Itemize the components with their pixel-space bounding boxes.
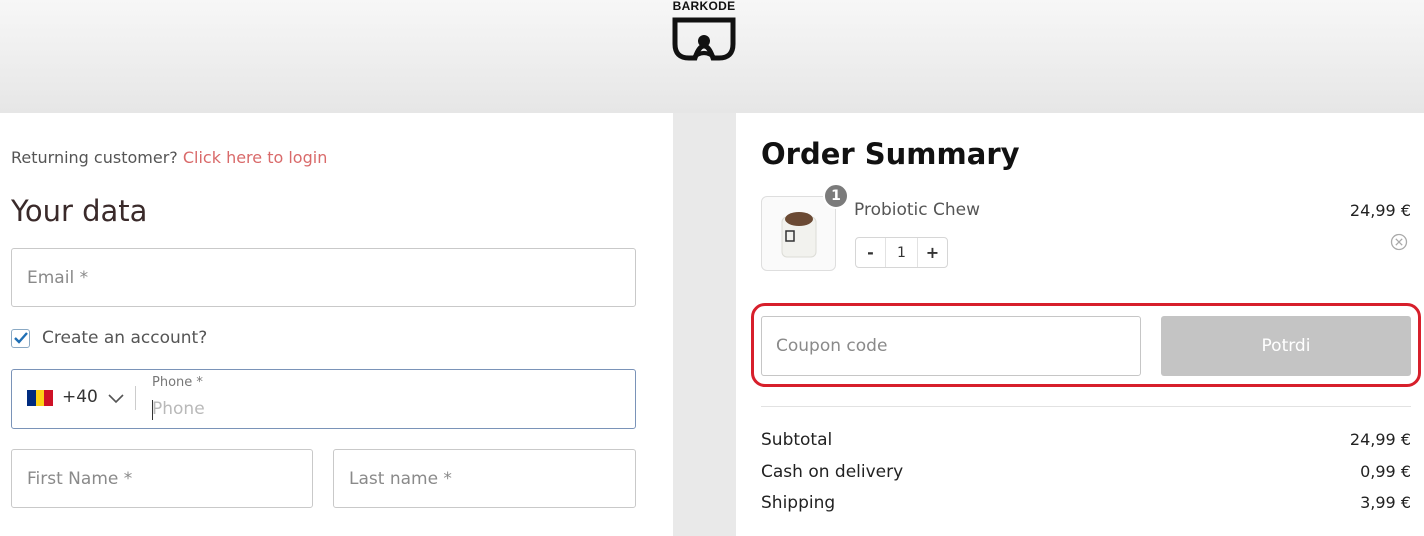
cod-fee-value: 0,99 € [1360, 462, 1411, 481]
phone-divider [135, 386, 136, 410]
product-price: 24,99 € [1349, 201, 1411, 220]
first-name-placeholder: First Name * [27, 469, 133, 489]
country-code[interactable]: +40 [62, 387, 98, 407]
checkmark-icon [13, 332, 28, 344]
dog-logo-icon [672, 17, 736, 61]
phone-label: Phone * [152, 375, 203, 390]
quantity-badge: 1 [823, 183, 849, 209]
product-name: Probiotic Chew [854, 200, 981, 220]
create-account-label: Create an account? [42, 328, 208, 348]
last-name-field[interactable]: Last name * [333, 449, 636, 508]
quantity-stepper: - 1 + [855, 237, 948, 268]
cod-fee-label: Cash on delivery [761, 462, 904, 482]
login-link[interactable]: Click here to login [183, 148, 327, 167]
returning-text: Returning customer? [11, 148, 178, 167]
shipping-value: 3,99 € [1360, 493, 1411, 512]
subtotal-value: 24,99 € [1349, 430, 1411, 449]
decrease-quantity-button[interactable]: - [856, 238, 886, 267]
order-summary-title: Order Summary [761, 137, 1020, 171]
cod-fee-row: Cash on delivery 0,99 € [761, 462, 1411, 482]
chevron-down-icon[interactable] [108, 394, 124, 404]
first-name-field[interactable]: First Name * [11, 449, 313, 508]
returning-customer-line: Returning customer? Click here to login [11, 148, 327, 167]
text-caret [152, 400, 153, 420]
product-jar-icon [781, 212, 817, 258]
create-account-row[interactable]: Create an account? [11, 327, 207, 349]
summary-divider [761, 406, 1411, 407]
remove-item-icon[interactable] [1390, 233, 1408, 251]
create-account-checkbox[interactable] [11, 328, 30, 348]
site-header: BARKODE [0, 0, 1424, 113]
last-name-placeholder: Last name * [349, 469, 452, 489]
email-field[interactable]: Email * [11, 248, 636, 307]
phone-field[interactable]: +40 Phone * Phone [11, 369, 636, 429]
subtotal-row: Subtotal 24,99 € [761, 430, 1411, 450]
checkout-form-panel: Returning customer? Click here to login … [0, 113, 673, 536]
romania-flag-icon [27, 390, 54, 406]
brand-logo[interactable]: BARKODE [664, 0, 744, 66]
section-title: Your data [11, 194, 148, 228]
shipping-label: Shipping [761, 493, 836, 513]
quantity-value[interactable]: 1 [886, 238, 917, 267]
phone-input[interactable]: Phone [152, 399, 205, 419]
brand-name: BARKODE [672, 0, 736, 13]
shipping-row: Shipping 3,99 € [761, 493, 1411, 513]
coupon-highlight-box [751, 303, 1421, 387]
product-thumbnail [761, 196, 836, 271]
increase-quantity-button[interactable]: + [917, 238, 947, 267]
subtotal-label: Subtotal [761, 430, 833, 450]
email-placeholder: Email * [27, 268, 89, 288]
